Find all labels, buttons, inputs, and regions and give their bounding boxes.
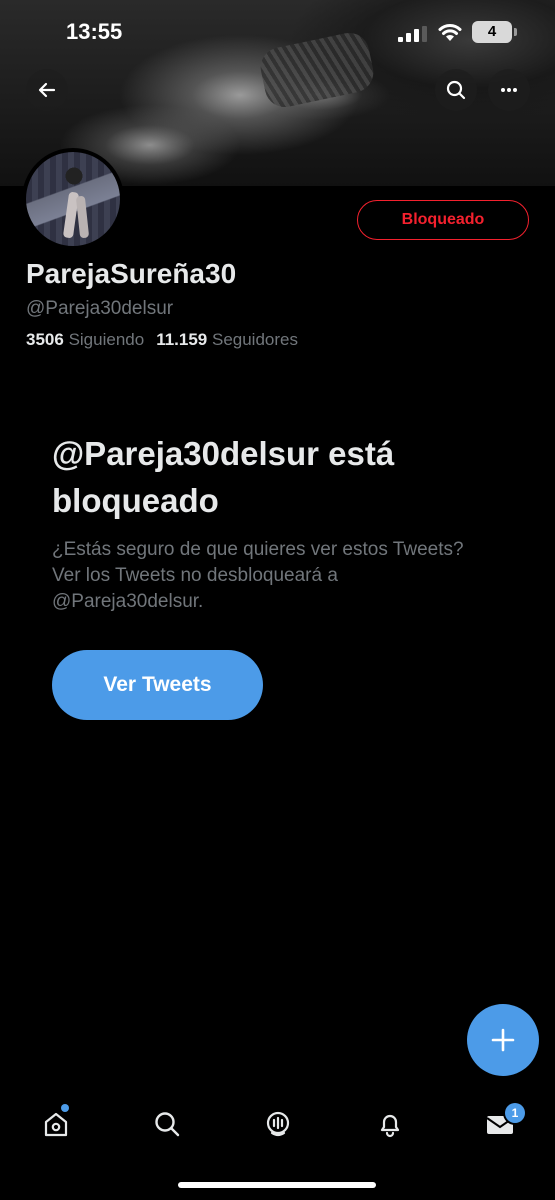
battery-tip: [514, 28, 517, 36]
blocked-button[interactable]: Bloqueado: [357, 200, 529, 240]
following-label: Siguiendo: [68, 330, 145, 349]
compose-tweet-button[interactable]: [467, 1004, 539, 1076]
tab-notifications[interactable]: [372, 1106, 408, 1142]
following-link[interactable]: 3506 Siguiendo: [26, 330, 144, 349]
spaces-icon: [266, 1111, 290, 1137]
wifi-icon: [438, 24, 462, 41]
messages-badge: 1: [505, 1103, 525, 1123]
status-time: 13:55: [66, 19, 123, 44]
bell-icon: [380, 1114, 400, 1138]
search-icon: [446, 80, 466, 100]
more-horizontal-icon: [501, 88, 517, 92]
more-options-button[interactable]: [488, 69, 530, 111]
blocked-notice-description: ¿Estás seguro de que quieres ver estos T…: [52, 539, 464, 612]
avatar-detail: [75, 195, 90, 239]
tab-search[interactable]: [149, 1106, 185, 1142]
arrow-left-icon: [38, 82, 56, 98]
profile-stats: 3506 Siguiendo 11.159 Seguidores: [26, 330, 298, 350]
tab-home[interactable]: [38, 1106, 74, 1142]
following-count: 3506: [26, 330, 64, 349]
home-unread-dot: [61, 1104, 69, 1112]
profile-avatar[interactable]: [22, 148, 124, 250]
battery-indicator: 4: [472, 21, 512, 43]
profile-display-name: ParejaSureña30: [26, 258, 237, 289]
plus-icon: [491, 1028, 515, 1052]
search-icon: [155, 1112, 180, 1137]
search-button[interactable]: [435, 69, 477, 111]
home-indicator: [178, 1182, 376, 1188]
followers-link[interactable]: 11.159 Seguidores: [156, 330, 298, 349]
status-bar: 13:55 4: [0, 0, 555, 64]
back-button[interactable]: [26, 69, 68, 111]
home-icon: [44, 1112, 68, 1137]
followers-count: 11.159: [156, 330, 208, 349]
followers-label: Seguidores: [211, 330, 298, 349]
tab-spaces[interactable]: [260, 1106, 296, 1142]
cellular-signal-icon: [398, 26, 427, 42]
view-tweets-button[interactable]: Ver Tweets: [52, 650, 263, 720]
blocked-notice-title: @Pareja30delsur está bloqueado: [52, 435, 395, 519]
profile-handle: @Pareja30delsur: [26, 298, 174, 319]
